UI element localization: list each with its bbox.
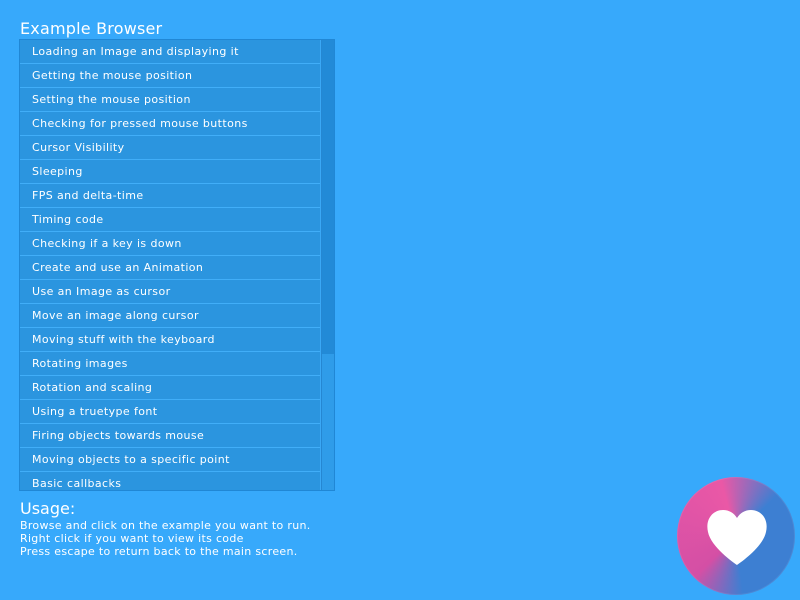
usage-title: Usage: [20, 499, 76, 518]
heart-logo-icon [677, 477, 795, 595]
example-list-item[interactable]: Move an image along cursor [20, 304, 320, 328]
heart-icon [707, 510, 767, 565]
example-list-scrollbar[interactable] [321, 40, 334, 490]
example-list-item[interactable]: Moving objects to a specific point [20, 448, 320, 472]
example-list-items: Loading an Image and displaying it Getti… [20, 40, 320, 490]
scrollbar-thumb[interactable] [322, 40, 334, 354]
example-list-item[interactable]: FPS and delta-time [20, 184, 320, 208]
example-browser-title: Example Browser [20, 19, 163, 38]
example-list-item[interactable]: Sleeping [20, 160, 320, 184]
example-list-item[interactable]: Cursor Visibility [20, 136, 320, 160]
usage-line-browse: Browse and click on the example you want… [20, 519, 311, 532]
example-list[interactable]: Loading an Image and displaying it Getti… [19, 39, 335, 491]
example-list-item[interactable]: Getting the mouse position [20, 64, 320, 88]
usage-line-view-code: Right click if you want to view its code [20, 532, 244, 545]
example-list-item[interactable]: Checking if a key is down [20, 232, 320, 256]
example-list-item[interactable]: Create and use an Animation [20, 256, 320, 280]
usage-line-escape: Press escape to return back to the main … [20, 545, 298, 558]
example-list-item[interactable]: Using a truetype font [20, 400, 320, 424]
example-list-item[interactable]: Firing objects towards mouse [20, 424, 320, 448]
example-list-item[interactable]: Checking for pressed mouse buttons [20, 112, 320, 136]
example-list-item[interactable]: Basic callbacks [20, 472, 320, 490]
example-list-item[interactable]: Setting the mouse position [20, 88, 320, 112]
example-list-item[interactable]: Timing code [20, 208, 320, 232]
example-list-item[interactable]: Rotation and scaling [20, 376, 320, 400]
example-list-item[interactable]: Use an Image as cursor [20, 280, 320, 304]
example-list-item[interactable]: Moving stuff with the keyboard [20, 328, 320, 352]
example-list-item[interactable]: Loading an Image and displaying it [20, 40, 320, 64]
usage-panel: Usage: Browse and click on the example y… [20, 499, 311, 558]
example-list-item[interactable]: Rotating images [20, 352, 320, 376]
